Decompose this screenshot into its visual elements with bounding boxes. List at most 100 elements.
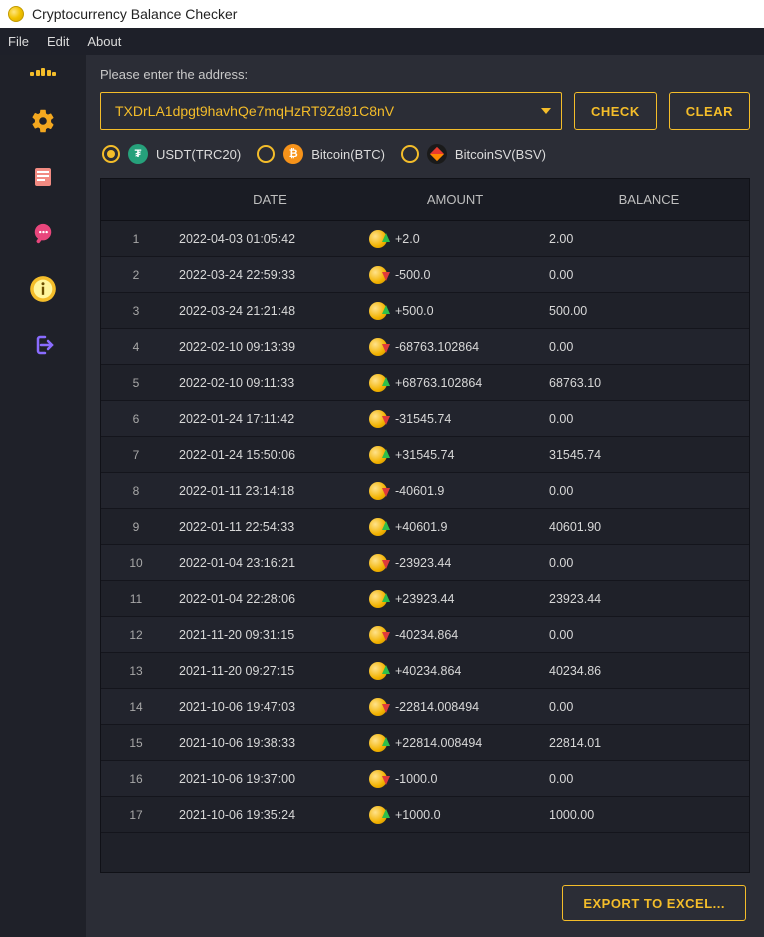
coin-down-icon [369,410,387,428]
menu-file[interactable]: File [8,34,29,49]
table-row[interactable]: 32022-03-24 21:21:48+500.0500.00 [101,293,749,329]
cell-index: 3 [101,304,171,318]
cell-balance: 0.00 [541,340,749,354]
radio-icon [257,145,275,163]
amount-text: -23923.44 [395,556,451,570]
coin-radio-usdt[interactable]: ₮USDT(TRC20) [102,144,241,164]
cell-index: 16 [101,772,171,786]
amount-text: +31545.74 [395,448,454,462]
cell-date: 2021-11-20 09:31:15 [171,628,361,642]
cell-balance: 2.00 [541,232,749,246]
chat-icon[interactable] [29,219,57,247]
coin-label: Bitcoin(BTC) [311,147,385,162]
clear-button[interactable]: CLEAR [669,92,750,130]
cell-balance: 0.00 [541,484,749,498]
cell-date: 2022-01-24 17:11:42 [171,412,361,426]
table-row[interactable]: 62022-01-24 17:11:42-31545.740.00 [101,401,749,437]
cell-amount: -40601.9 [361,482,541,500]
cell-balance: 0.00 [541,700,749,714]
cell-balance: 68763.10 [541,376,749,390]
table-header: DATE AMOUNT BALANCE [101,179,749,221]
amount-text: -22814.008494 [395,700,479,714]
amount-text: +500.0 [395,304,434,318]
amount-text: -500.0 [395,268,430,282]
cell-index: 4 [101,340,171,354]
footer-row: EXPORT TO EXCEL... [100,873,750,923]
cell-date: 2021-10-06 19:47:03 [171,700,361,714]
cell-index: 6 [101,412,171,426]
table-row[interactable]: 12022-04-03 01:05:42+2.02.00 [101,221,749,257]
cell-balance: 0.00 [541,556,749,570]
table-row[interactable]: 152021-10-06 19:38:33+22814.00849422814.… [101,725,749,761]
coin-label: BitcoinSV(BSV) [455,147,546,162]
cell-date: 2022-01-04 22:28:06 [171,592,361,606]
check-button[interactable]: CHECK [574,92,657,130]
amount-text: -68763.102864 [395,340,479,354]
cell-balance: 40601.90 [541,520,749,534]
cell-amount: -500.0 [361,266,541,284]
cell-amount: +40234.864 [361,662,541,680]
amount-text: -31545.74 [395,412,451,426]
coin-up-icon [369,590,387,608]
transactions-table: DATE AMOUNT BALANCE 12022-04-03 01:05:42… [100,178,750,873]
cell-amount: -1000.0 [361,770,541,788]
menu-about[interactable]: About [87,34,121,49]
dots-icon[interactable] [29,65,57,79]
chevron-down-icon[interactable] [541,108,551,114]
app-icon [8,6,24,22]
table-row[interactable]: 132021-11-20 09:27:15+40234.86440234.86 [101,653,749,689]
address-combo[interactable] [100,92,562,130]
cell-date: 2022-02-10 09:11:33 [171,376,361,390]
cell-index: 15 [101,736,171,750]
cell-amount: -23923.44 [361,554,541,572]
amount-text: -40601.9 [395,484,444,498]
th-date: DATE [171,192,361,207]
coin-up-icon [369,446,387,464]
logout-icon[interactable] [29,331,57,359]
amount-text: +68763.102864 [395,376,482,390]
cell-date: 2022-02-10 09:13:39 [171,340,361,354]
amount-text: +40234.864 [395,664,461,678]
sidebar [0,55,86,937]
table-row[interactable]: 42022-02-10 09:13:39 -68763.102864 0.00 [101,329,749,365]
cell-amount: +2.0 [361,230,541,248]
info-icon[interactable] [29,275,57,303]
cell-date: 2022-01-11 22:54:33 [171,520,361,534]
table-row[interactable]: 162021-10-06 19:37:00-1000.00.00 [101,761,749,797]
cell-date: 2021-10-06 19:37:00 [171,772,361,786]
cell-amount: +23923.44 [361,590,541,608]
amount-text: +2.0 [395,232,420,246]
main-area: Please enter the address: CHECK CLEAR ₮U… [0,55,764,937]
table-body[interactable]: 12022-04-03 01:05:42+2.02.0022022-03-24 … [101,221,749,872]
table-row[interactable]: 52022-02-10 09:11:33+68763.10286468763.1… [101,365,749,401]
coin-radio-btc[interactable]: ₿Bitcoin(BTC) [257,144,385,164]
cell-balance: 500.00 [541,304,749,318]
cell-index: 10 [101,556,171,570]
cell-index: 11 [101,592,171,606]
address-input[interactable] [101,103,561,119]
table-row[interactable]: 142021-10-06 19:47:03-22814.0084940.00 [101,689,749,725]
cell-index: 2 [101,268,171,282]
book-icon[interactable] [29,163,57,191]
table-row[interactable]: 72022-01-24 15:50:06+31545.7431545.74 [101,437,749,473]
table-row[interactable]: 92022-01-11 22:54:33+40601.940601.90 [101,509,749,545]
menu-edit[interactable]: Edit [47,34,69,49]
table-row[interactable]: 22022-03-24 22:59:33-500.00.00 [101,257,749,293]
cell-amount: -68763.102864 [361,338,541,356]
th-balance: BALANCE [541,192,749,207]
export-button[interactable]: EXPORT TO EXCEL... [562,885,746,921]
cell-date: 2021-11-20 09:27:15 [171,664,361,678]
table-row[interactable]: 122021-11-20 09:31:15-40234.8640.00 [101,617,749,653]
coin-radio-bsv[interactable]: BitcoinSV(BSV) [401,144,546,164]
table-row[interactable]: 172021-10-06 19:35:24+1000.01000.00 [101,797,749,833]
cell-amount: +1000.0 [361,806,541,824]
gear-icon[interactable] [29,107,57,135]
table-row[interactable]: 102022-01-04 23:16:21-23923.440.00 [101,545,749,581]
cell-index: 17 [101,808,171,822]
amount-text: -40234.864 [395,628,458,642]
coin-up-icon [369,518,387,536]
cell-balance: 0.00 [541,628,749,642]
titlebar: Cryptocurrency Balance Checker [0,0,764,28]
table-row[interactable]: 82022-01-11 23:14:18-40601.90.00 [101,473,749,509]
table-row[interactable]: 112022-01-04 22:28:06+23923.4423923.44 [101,581,749,617]
